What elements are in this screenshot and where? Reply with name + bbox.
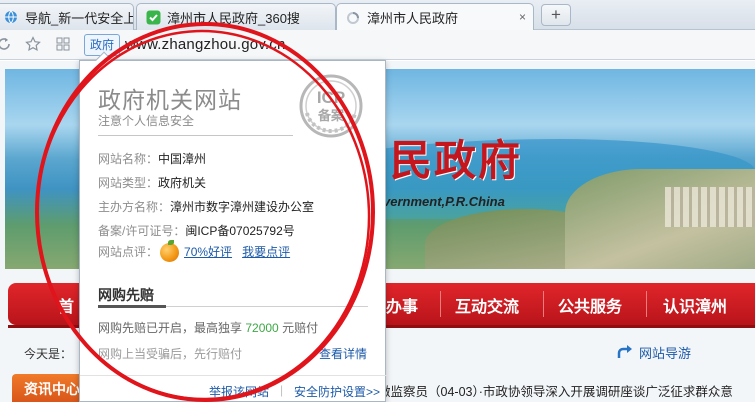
new-tab-button[interactable]: +: [541, 4, 571, 26]
icp-seal-bottom-text: 备案: [317, 108, 345, 124]
globe-icon: [3, 9, 19, 25]
apps-grid-icon[interactable]: [54, 36, 72, 54]
icp-seal-icon: ICP 备案: [299, 74, 363, 138]
guarantee-amount: 72000: [245, 321, 279, 335]
tab-active[interactable]: 漳州市人民政府 ×: [336, 3, 534, 31]
info-value: 闽ICP备07025792号: [185, 224, 295, 238]
security-settings-link[interactable]: 安全防护设置>>: [294, 383, 380, 400]
info-row-license: 备案/许可证号：闽ICP备07025792号: [98, 222, 295, 239]
search-engine-icon: [145, 9, 161, 25]
info-key: 网站点评：: [98, 245, 159, 259]
orange-fruit-icon: [160, 240, 180, 263]
loading-icon: [345, 10, 361, 26]
site-guide-label: 网站导游: [639, 346, 692, 361]
nav-item-public-services[interactable]: 公共服务: [558, 293, 622, 317]
back-icon[interactable]: [0, 36, 14, 54]
info-row-rating: 网站点评： 70%好评 我要点评: [98, 240, 290, 263]
info-key: 网站类型：: [98, 176, 159, 190]
popup-title: 政府机关网站: [98, 87, 242, 113]
section-title: 网购先赔: [98, 287, 154, 303]
rating-score-link[interactable]: 70%好评: [184, 245, 232, 259]
site-info-popup: 政府机关网站 注意个人信息安全 ICP 备案 网站名称：中国漳州 网站类型：政府…: [79, 51, 387, 402]
info-key: 主办方名称：: [98, 200, 171, 214]
info-value: 政府机关: [158, 176, 207, 190]
popup-subtitle: 注意个人信息安全: [98, 114, 195, 128]
view-details-link[interactable]: 查看详情: [319, 345, 367, 362]
star-icon[interactable]: [24, 36, 42, 54]
nav-item-home[interactable]: 首: [58, 293, 74, 317]
tab-navigation[interactable]: 导航_新一代安全上: [0, 3, 134, 30]
tab-title: 漳州市人民政府: [367, 11, 459, 26]
popup-footer: 举报该网站 | 安全防护设置>>: [80, 375, 387, 402]
address-bar: 政府 www.zhangzhou.gov.cn: [0, 30, 755, 60]
banner-title: 民政府: [390, 136, 523, 185]
footer-divider: |: [280, 383, 284, 397]
news-ticker[interactable]: 微监察员（04-03）·市政协领导深入开展调研座谈广泛征求群众意: [378, 381, 733, 400]
close-icon[interactable]: ×: [519, 10, 526, 24]
icp-seal-top-text: ICP: [317, 88, 345, 107]
nav-item-about-zhangzhou[interactable]: 认识漳州: [663, 293, 727, 317]
tab-bar: 导航_新一代安全上 漳州市人民政府_360搜 漳州市人民政府 × +: [0, 0, 755, 31]
guarantee-text: 网购先赔已开启，最高独享 72000 元赔付: [98, 321, 319, 335]
info-row-site-name: 网站名称：中国漳州: [98, 150, 206, 167]
banner-subtitle: vernment,P.R.China: [383, 194, 505, 209]
info-key: 备案/许可证号：: [98, 224, 186, 238]
guarantee-note: 网购上当受骗后，先行赔付: [98, 347, 243, 361]
tab-title: 导航_新一代安全上: [25, 10, 134, 26]
info-key: 网站名称：: [98, 152, 159, 166]
info-row-sponsor: 主办方名称：漳州市数字漳州建设办公室: [98, 198, 314, 215]
url-text[interactable]: www.zhangzhou.gov.cn: [125, 36, 285, 53]
nav-item-services[interactable]: 办事: [386, 293, 418, 317]
write-review-link[interactable]: 我要点评: [242, 245, 290, 259]
nav-item-interaction[interactable]: 互动交流: [455, 293, 519, 317]
tab-title: 漳州市人民政府_360搜: [167, 10, 300, 26]
tab-search-results[interactable]: 漳州市人民政府_360搜: [136, 3, 336, 30]
today-label: 今天是：: [24, 347, 73, 361]
info-value: 中国漳州: [158, 152, 207, 166]
info-value: 漳州市数字漳州建设办公室: [170, 200, 315, 214]
site-guide-link[interactable]: 网站导游: [615, 343, 691, 362]
info-row-site-type: 网站类型：政府机关: [98, 174, 206, 191]
report-site-link[interactable]: 举报该网站: [209, 383, 269, 400]
return-arrow-icon: [615, 344, 633, 362]
